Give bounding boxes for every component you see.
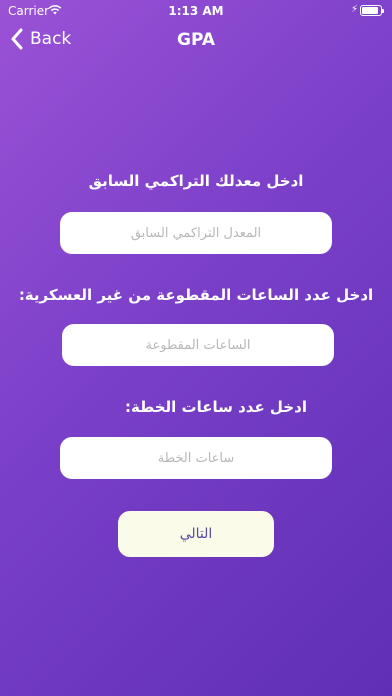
plan-hours-input[interactable] bbox=[60, 437, 332, 479]
clock: 1:13 AM bbox=[168, 4, 224, 18]
charging-icon: ⚡ bbox=[351, 4, 359, 15]
hours-prompt: ادخل عدد الساعات المقطوعة من غير العسكري… bbox=[18, 286, 374, 304]
gpa-prompt: ادخل معدلك التراكمي السابق bbox=[88, 172, 304, 190]
page-title: GPA bbox=[176, 30, 215, 50]
navigation-bar: Back GPA bbox=[0, 22, 392, 60]
next-button[interactable]: التالي bbox=[118, 511, 274, 557]
battery-icon: ⚡ bbox=[351, 4, 384, 16]
plan-prompt: ادخل عدد ساعات الخطة: bbox=[125, 398, 307, 416]
completed-hours-input[interactable] bbox=[62, 324, 334, 366]
status-bar: Carrier 1:13 AM ⚡ bbox=[0, 0, 392, 22]
battery-fill bbox=[362, 7, 379, 14]
previous-gpa-input[interactable] bbox=[60, 212, 332, 254]
